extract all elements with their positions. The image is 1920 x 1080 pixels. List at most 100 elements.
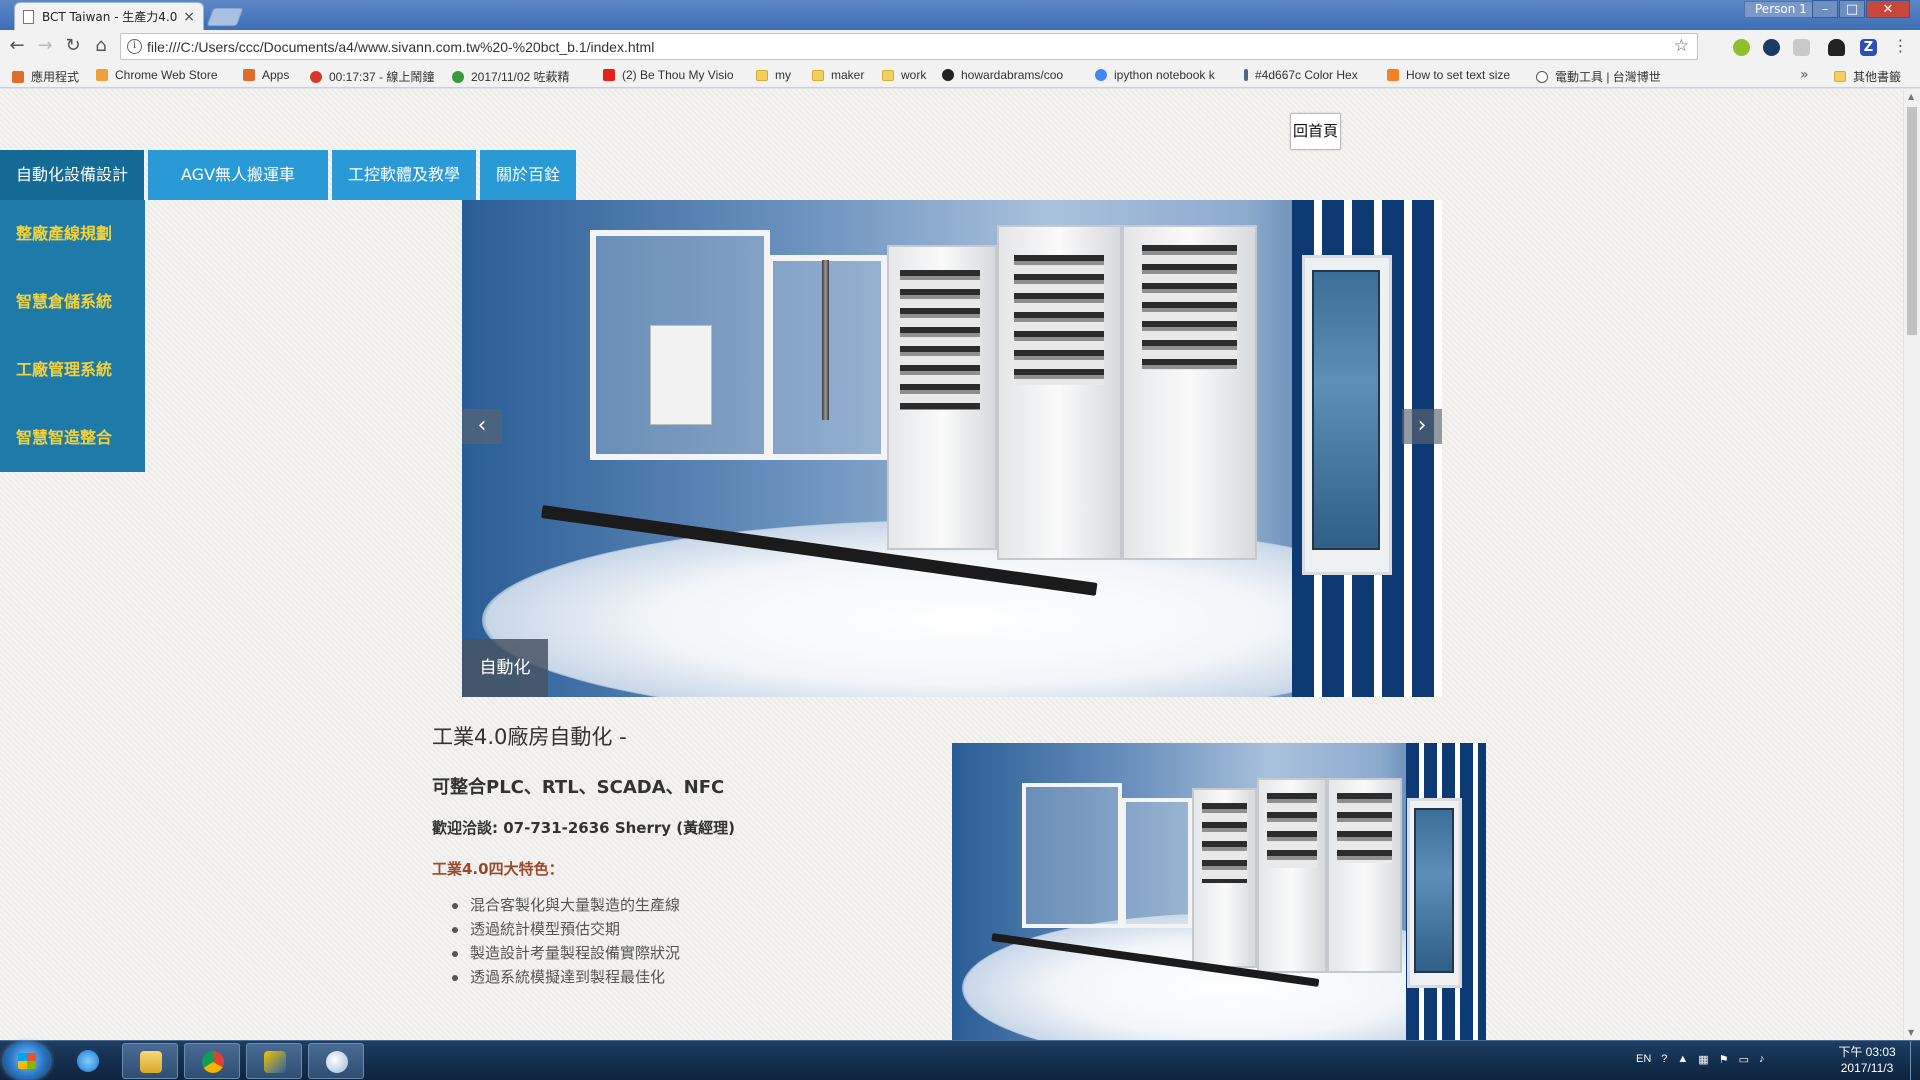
tab-title: BCT Taiwan - 生產力4.0	[42, 10, 178, 24]
sidebar-item-factory-management[interactable]: 工廠管理系統	[0, 336, 145, 404]
zotero-icon[interactable]: Z	[1860, 39, 1877, 56]
color-hex-icon	[1244, 69, 1248, 81]
taskbar-app[interactable]	[246, 1043, 302, 1079]
extension-icon[interactable]	[1793, 39, 1810, 56]
maximize-button[interactable]: □	[1839, 0, 1865, 18]
back-arrow-icon[interactable]: ←	[6, 36, 28, 58]
browser-toolbar: ← → ↻ ⌂ i file:///C:/Users/ccc/Documents…	[0, 30, 1920, 64]
display-icon[interactable]: ▭	[1739, 1053, 1749, 1066]
taskbar-clock[interactable]: 下午 03:03 2017/11/3	[1832, 1044, 1902, 1076]
tray-expand-icon[interactable]: ▲	[1677, 1053, 1688, 1066]
network-icon[interactable]: ▦	[1698, 1053, 1708, 1066]
flag-icon[interactable]: ⚑	[1719, 1053, 1729, 1066]
paint-icon	[326, 1051, 348, 1073]
nav-item-about[interactable]: 關於百銓	[480, 150, 577, 200]
url-text: file:///C:/Users/ccc/Documents/a4/www.si…	[147, 38, 655, 55]
apps-grid-icon	[243, 69, 255, 81]
nav-item-automation-design[interactable]: 自動化設備設計	[0, 150, 145, 200]
bookmark-folder[interactable]: maker	[812, 68, 864, 82]
folder-icon	[756, 69, 768, 81]
rack-panel	[1414, 808, 1454, 973]
sidebar-item-smart-storage[interactable]: 智慧倉儲系統	[0, 268, 145, 336]
bookmark-item[interactable]: How to set text size	[1387, 68, 1510, 82]
bookmark-item[interactable]: #4d667c Color Hex	[1244, 68, 1358, 82]
bookmark-item[interactable]: 應用程式	[12, 68, 79, 85]
reload-icon[interactable]: ↻	[62, 36, 84, 58]
section-title: 工業4.0廠房自動化 -	[432, 725, 627, 749]
bookmark-item[interactable]: ipython notebook k	[1095, 68, 1215, 82]
page-scrollbar[interactable]: ▲ ▼	[1903, 89, 1920, 1040]
info-icon[interactable]: i	[127, 39, 142, 54]
bookmark-folder[interactable]: work	[882, 68, 926, 82]
app-icon	[264, 1051, 286, 1073]
taskbar-app[interactable]	[122, 1043, 178, 1079]
folder-icon	[882, 69, 894, 81]
bookmark-item[interactable]: Chrome Web Store	[96, 68, 218, 82]
product-image	[952, 743, 1486, 1040]
incognito-icon[interactable]	[1828, 39, 1845, 56]
carousel-next-button[interactable]: ›	[1402, 409, 1442, 444]
show-desktop-button[interactable]	[1910, 1041, 1920, 1080]
browser-tab[interactable]: BCT Taiwan - 生產力4.0 ×	[14, 2, 204, 30]
cabinet-shelves	[1142, 245, 1237, 370]
cabinet-shelves	[1014, 255, 1104, 385]
language-indicator[interactable]: EN	[1636, 1053, 1651, 1066]
volume-icon[interactable]: ♪	[1759, 1053, 1765, 1066]
bookmark-item[interactable]: 2017/11/02 咗蔌精	[452, 68, 570, 85]
github-icon	[942, 69, 954, 81]
scroll-down-icon[interactable]: ▼	[1908, 1028, 1914, 1037]
clock-date: 2017/11/3	[1840, 1061, 1894, 1075]
sidebar-item-smart-manufacturing[interactable]: 智慧智造整合	[0, 404, 145, 472]
bookmark-star-icon[interactable]: ☆	[1674, 36, 1689, 56]
chevron-right-icon[interactable]: »	[1800, 67, 1809, 83]
bookmark-item[interactable]: Apps	[243, 68, 289, 82]
nav-item-agv[interactable]: AGV無人搬運車	[148, 150, 329, 200]
image-carousel[interactable]: 自動化 ‹ ›	[462, 200, 1442, 697]
features-heading: 工業4.0四大特色：	[432, 860, 564, 878]
close-window-button[interactable]: ✕	[1866, 0, 1910, 18]
youtube-icon	[603, 69, 615, 81]
start-button[interactable]	[4, 1042, 50, 1080]
close-tab-icon[interactable]: ×	[183, 9, 195, 25]
new-tab-button[interactable]	[206, 8, 244, 26]
address-bar[interactable]: i file:///C:/Users/ccc/Documents/a4/www.…	[120, 33, 1698, 60]
chrome-web-store-icon	[96, 69, 108, 81]
cabinet-shelves	[1267, 793, 1317, 868]
rack-panel	[1312, 270, 1380, 550]
profile-button[interactable]: Person 1	[1744, 1, 1818, 18]
taskbar-app[interactable]	[308, 1043, 364, 1079]
extension-icon[interactable]	[1763, 39, 1780, 56]
leaf-icon	[452, 70, 464, 83]
windows-logo-icon	[18, 1053, 36, 1069]
contact-info: 歡迎洽談: 07-731-2636 Sherry (黃經理)	[432, 819, 735, 837]
forward-arrow-icon[interactable]: →	[34, 36, 56, 58]
stackoverflow-icon	[1387, 69, 1399, 81]
features-list: 混合客製化與大量製造的生產線 透過統計模型預估交期 製造設計考量製程設備實際狀況…	[432, 893, 882, 989]
scrollbar-thumb[interactable]	[1907, 107, 1917, 335]
carousel-prev-button[interactable]: ‹	[462, 409, 502, 444]
bookmark-item[interactable]: 電動工具 | 台灣博世	[1536, 68, 1661, 85]
bookmark-folder[interactable]: my	[756, 68, 791, 82]
nav-item-software-teaching[interactable]: 工控軟體及教學	[332, 150, 477, 200]
scroll-up-icon[interactable]: ▲	[1908, 92, 1914, 101]
bookmarks-bar: 應用程式 Chrome Web Store Apps 00:17:37 - 線上…	[0, 64, 1920, 88]
section-subtitle: 可整合PLC、RTL、SCADA、NFC	[432, 777, 725, 798]
taskbar-app[interactable]	[184, 1043, 240, 1079]
bookmark-item[interactable]: (2) Be Thou My Visio	[603, 68, 734, 82]
sidebar-item-production-line[interactable]: 整廠產線規劃	[0, 200, 145, 268]
machine-frame	[1122, 798, 1192, 928]
menu-icon[interactable]: ⋮	[1892, 38, 1909, 56]
cabinet-shelves	[900, 270, 980, 410]
extension-icon[interactable]	[1733, 39, 1750, 56]
bookmark-item[interactable]: 00:17:37 - 線上鬧鐘	[310, 68, 434, 85]
home-icon[interactable]: ⌂	[90, 36, 112, 58]
control-box	[650, 325, 712, 425]
home-page-button[interactable]: 回首頁	[1290, 113, 1341, 150]
bookmark-item[interactable]: howardabrams/coo	[942, 68, 1063, 82]
help-icon[interactable]: ?	[1661, 1053, 1667, 1066]
minimize-button[interactable]: –	[1812, 0, 1838, 18]
taskbar-app[interactable]	[60, 1043, 116, 1079]
alarm-clock-icon	[310, 70, 322, 83]
list-item: 透過統計模型預估交期	[452, 917, 882, 941]
other-bookmarks-folder[interactable]: 其他書籤	[1834, 68, 1901, 85]
